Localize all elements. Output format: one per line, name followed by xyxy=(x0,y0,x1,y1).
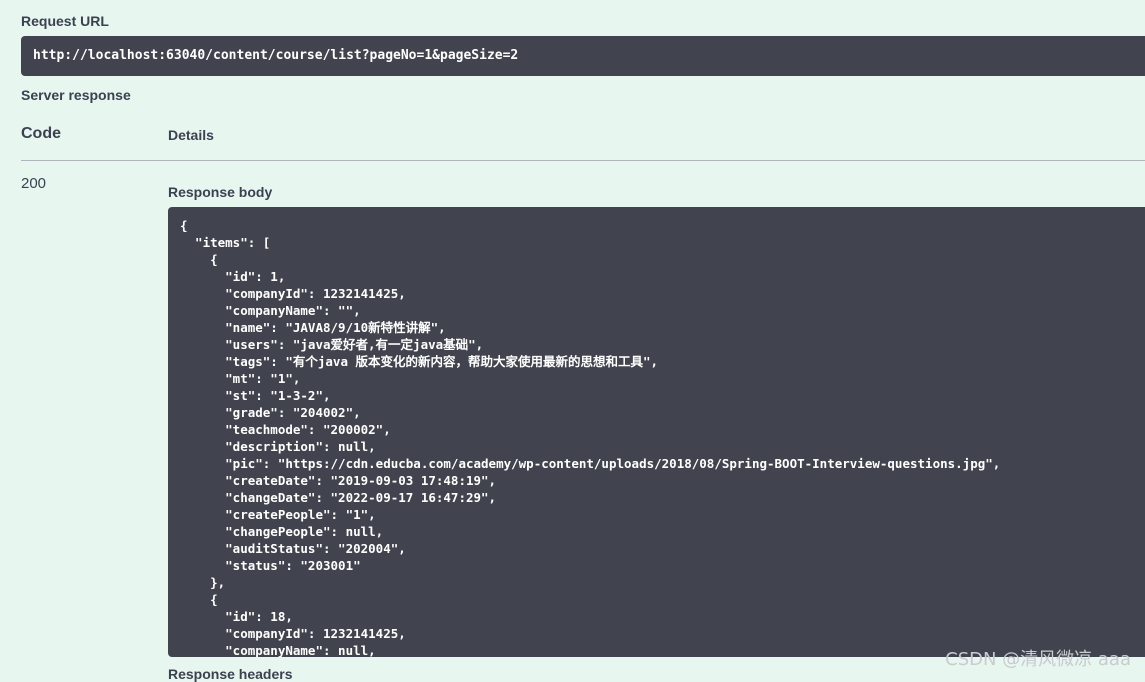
server-response-label: Server response xyxy=(21,87,131,103)
response-status-code: 200 xyxy=(21,175,47,192)
code-column-header: Code xyxy=(21,125,61,142)
csdn-watermark: CSDN @清风微凉 aaa xyxy=(945,649,1131,670)
table-header-divider xyxy=(21,160,1145,161)
response-body-panel[interactable]: { "items": [ { "id": 1, "companyId": 123… xyxy=(168,207,1145,657)
response-body-code[interactable]: { "items": [ { "id": 1, "companyId": 123… xyxy=(168,207,1145,657)
response-body-label: Response body xyxy=(168,184,273,200)
response-headers-label: Response headers xyxy=(168,666,293,682)
request-url-label: Request URL xyxy=(21,13,109,29)
request-url-value[interactable]: http://localhost:63040/content/course/li… xyxy=(21,36,1145,76)
details-column-header: Details xyxy=(168,127,214,143)
